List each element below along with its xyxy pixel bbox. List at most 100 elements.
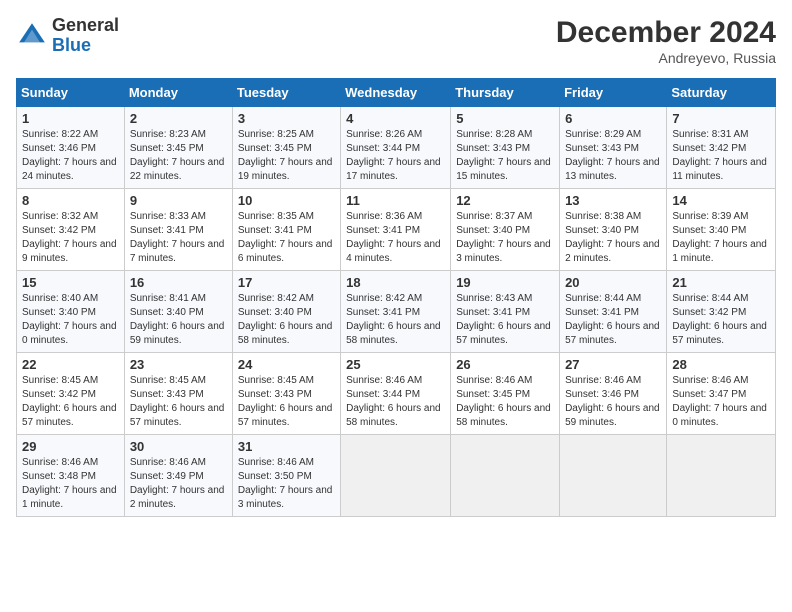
col-monday: Monday	[124, 79, 232, 107]
col-thursday: Thursday	[451, 79, 560, 107]
calendar-header: Sunday Monday Tuesday Wednesday Thursday…	[17, 79, 776, 107]
day-info: Sunrise: 8:44 AM Sunset: 3:41 PM Dayligh…	[565, 292, 661, 348]
header-row: Sunday Monday Tuesday Wednesday Thursday…	[17, 79, 776, 107]
day-info: Sunrise: 8:45 AM Sunset: 3:43 PM Dayligh…	[238, 374, 335, 430]
day-number: 7	[672, 111, 770, 126]
day-cell: 15 Sunrise: 8:40 AM Sunset: 3:40 PM Dayli…	[17, 271, 125, 353]
day-info: Sunrise: 8:45 AM Sunset: 3:42 PM Dayligh…	[22, 374, 119, 430]
day-number: 23	[130, 357, 227, 372]
day-number: 27	[565, 357, 661, 372]
day-number: 2	[130, 111, 227, 126]
day-number: 1	[22, 111, 119, 126]
week-row-3: 15 Sunrise: 8:40 AM Sunset: 3:40 PM Dayli…	[17, 271, 776, 353]
month-title: December 2024	[556, 16, 776, 50]
day-number: 14	[672, 193, 770, 208]
day-cell: 28 Sunrise: 8:46 AM Sunset: 3:47 PM Dayli…	[667, 353, 776, 435]
col-wednesday: Wednesday	[341, 79, 451, 107]
day-number: 22	[22, 357, 119, 372]
day-cell: 3Sunrise: 8:25 AM Sunset: 3:45 PM Daylig…	[232, 107, 340, 189]
day-info: Sunrise: 8:45 AM Sunset: 3:43 PM Dayligh…	[130, 374, 227, 430]
day-info: Sunrise: 8:25 AM Sunset: 3:45 PM Dayligh…	[238, 128, 335, 184]
day-info: Sunrise: 8:22 AM Sunset: 3:46 PM Dayligh…	[22, 128, 119, 184]
day-number: 8	[22, 193, 119, 208]
week-row-2: 8 Sunrise: 8:32 AM Sunset: 3:42 PM Daylig…	[17, 189, 776, 271]
day-cell: 11 Sunrise: 8:36 AM Sunset: 3:41 PM Dayli…	[341, 189, 451, 271]
day-info: Sunrise: 8:46 AM Sunset: 3:44 PM Dayligh…	[346, 374, 445, 430]
day-cell	[667, 435, 776, 517]
col-sunday: Sunday	[17, 79, 125, 107]
day-number: 12	[456, 193, 554, 208]
day-number: 31	[238, 439, 335, 454]
day-number: 11	[346, 193, 445, 208]
day-cell: 13Sunrise: 8:38 AM Sunset: 3:40 PM Dayli…	[560, 189, 667, 271]
day-info: Sunrise: 8:31 AM Sunset: 3:42 PM Dayligh…	[672, 128, 770, 184]
day-cell: 27 Sunrise: 8:46 AM Sunset: 3:46 PM Dayli…	[560, 353, 667, 435]
col-saturday: Saturday	[667, 79, 776, 107]
day-info: Sunrise: 8:46 AM Sunset: 3:47 PM Dayligh…	[672, 374, 770, 430]
day-cell: 21Sunrise: 8:44 AM Sunset: 3:42 PM Dayli…	[667, 271, 776, 353]
day-number: 9	[130, 193, 227, 208]
day-info: Sunrise: 8:38 AM Sunset: 3:40 PM Dayligh…	[565, 210, 661, 266]
logo-text: General Blue	[52, 16, 119, 56]
day-number: 10	[238, 193, 335, 208]
logo-icon	[16, 20, 48, 52]
day-info: Sunrise: 8:23 AM Sunset: 3:45 PM Dayligh…	[130, 128, 227, 184]
day-number: 26	[456, 357, 554, 372]
day-cell: 23 Sunrise: 8:45 AM Sunset: 3:43 PM Dayli…	[124, 353, 232, 435]
day-cell: 20Sunrise: 8:44 AM Sunset: 3:41 PM Dayli…	[560, 271, 667, 353]
logo-blue-text: Blue	[52, 36, 119, 56]
day-cell: 6 Sunrise: 8:29 AM Sunset: 3:43 PM Daylig…	[560, 107, 667, 189]
day-info: Sunrise: 8:42 AM Sunset: 3:41 PM Dayligh…	[346, 292, 445, 348]
day-info: Sunrise: 8:39 AM Sunset: 3:40 PM Dayligh…	[672, 210, 770, 266]
day-cell: 1 Sunrise: 8:22 AM Sunset: 3:46 PM Daylig…	[17, 107, 125, 189]
day-cell: 17Sunrise: 8:42 AM Sunset: 3:40 PM Dayli…	[232, 271, 340, 353]
day-cell: 30Sunrise: 8:46 AM Sunset: 3:49 PM Dayli…	[124, 435, 232, 517]
week-row-5: 29 Sunrise: 8:46 AM Sunset: 3:48 PM Dayli…	[17, 435, 776, 517]
day-cell	[560, 435, 667, 517]
col-tuesday: Tuesday	[232, 79, 340, 107]
day-cell: 16Sunrise: 8:41 AM Sunset: 3:40 PM Dayli…	[124, 271, 232, 353]
day-cell: 26Sunrise: 8:46 AM Sunset: 3:45 PM Dayli…	[451, 353, 560, 435]
day-cell: 24 Sunrise: 8:45 AM Sunset: 3:43 PM Dayli…	[232, 353, 340, 435]
day-number: 28	[672, 357, 770, 372]
day-info: Sunrise: 8:37 AM Sunset: 3:40 PM Dayligh…	[456, 210, 554, 266]
day-number: 15	[22, 275, 119, 290]
day-cell	[341, 435, 451, 517]
day-number: 19	[456, 275, 554, 290]
day-number: 24	[238, 357, 335, 372]
week-row-4: 22 Sunrise: 8:45 AM Sunset: 3:42 PM Dayli…	[17, 353, 776, 435]
day-info: Sunrise: 8:44 AM Sunset: 3:42 PM Dayligh…	[672, 292, 770, 348]
day-cell: 9 Sunrise: 8:33 AM Sunset: 3:41 PM Daylig…	[124, 189, 232, 271]
day-number: 6	[565, 111, 661, 126]
day-info: Sunrise: 8:35 AM Sunset: 3:41 PM Dayligh…	[238, 210, 335, 266]
day-cell: 10 Sunrise: 8:35 AM Sunset: 3:41 PM Dayli…	[232, 189, 340, 271]
location: Andreyevo, Russia	[556, 50, 776, 66]
day-info: Sunrise: 8:43 AM Sunset: 3:41 PM Dayligh…	[456, 292, 554, 348]
day-info: Sunrise: 8:32 AM Sunset: 3:42 PM Dayligh…	[22, 210, 119, 266]
calendar-table: Sunday Monday Tuesday Wednesday Thursday…	[16, 78, 776, 517]
day-info: Sunrise: 8:46 AM Sunset: 3:48 PM Dayligh…	[22, 456, 119, 512]
day-info: Sunrise: 8:29 AM Sunset: 3:43 PM Dayligh…	[565, 128, 661, 184]
day-info: Sunrise: 8:46 AM Sunset: 3:46 PM Dayligh…	[565, 374, 661, 430]
logo-general-text: General	[52, 16, 119, 36]
day-number: 25	[346, 357, 445, 372]
day-info: Sunrise: 8:40 AM Sunset: 3:40 PM Dayligh…	[22, 292, 119, 348]
day-info: Sunrise: 8:33 AM Sunset: 3:41 PM Dayligh…	[130, 210, 227, 266]
day-info: Sunrise: 8:28 AM Sunset: 3:43 PM Dayligh…	[456, 128, 554, 184]
day-cell: 14 Sunrise: 8:39 AM Sunset: 3:40 PM Dayli…	[667, 189, 776, 271]
day-info: Sunrise: 8:36 AM Sunset: 3:41 PM Dayligh…	[346, 210, 445, 266]
day-cell: 8 Sunrise: 8:32 AM Sunset: 3:42 PM Daylig…	[17, 189, 125, 271]
day-cell: 2 Sunrise: 8:23 AM Sunset: 3:45 PM Daylig…	[124, 107, 232, 189]
day-info: Sunrise: 8:42 AM Sunset: 3:40 PM Dayligh…	[238, 292, 335, 348]
day-cell	[451, 435, 560, 517]
day-info: Sunrise: 8:41 AM Sunset: 3:40 PM Dayligh…	[130, 292, 227, 348]
day-cell: 31 Sunrise: 8:46 AM Sunset: 3:50 PM Dayli…	[232, 435, 340, 517]
page-header: General Blue December 2024 Andreyevo, Ru…	[16, 16, 776, 66]
day-info: Sunrise: 8:46 AM Sunset: 3:50 PM Dayligh…	[238, 456, 335, 512]
day-cell: 7 Sunrise: 8:31 AM Sunset: 3:42 PM Daylig…	[667, 107, 776, 189]
col-friday: Friday	[560, 79, 667, 107]
day-number: 29	[22, 439, 119, 454]
day-cell: 29 Sunrise: 8:46 AM Sunset: 3:48 PM Dayli…	[17, 435, 125, 517]
day-number: 30	[130, 439, 227, 454]
day-info: Sunrise: 8:26 AM Sunset: 3:44 PM Dayligh…	[346, 128, 445, 184]
